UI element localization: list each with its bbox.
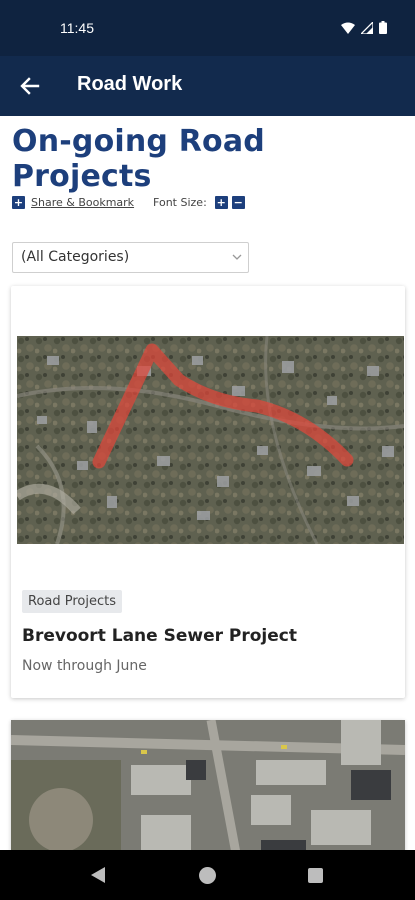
status-bar: 11:45 xyxy=(0,0,415,56)
project-card[interactable]: Road Projects Brevoort Lane Sewer Projec… xyxy=(11,286,405,698)
share-bookmark-link[interactable]: Share & Bookmark xyxy=(31,196,134,209)
page-content: On-going Road Projects + Share & Bookmar… xyxy=(0,116,415,850)
system-nav-bar xyxy=(0,850,415,900)
chevron-down-icon xyxy=(232,254,242,260)
page-tools: + Share & Bookmark Font Size: + − xyxy=(12,194,245,210)
project-aerial-image[interactable] xyxy=(17,336,404,544)
font-increase-button[interactable]: + xyxy=(214,195,228,209)
status-time: 11:45 xyxy=(60,20,94,36)
category-tag[interactable]: Road Projects xyxy=(22,590,123,613)
battery-icon xyxy=(379,21,387,34)
system-icons xyxy=(341,21,387,34)
page-title: On-going Road Projects xyxy=(12,124,265,194)
wifi-icon xyxy=(341,22,355,34)
cell-signal-icon xyxy=(361,21,373,34)
project-dates: Now through June xyxy=(22,658,147,674)
share-plus-icon[interactable]: + xyxy=(12,195,25,209)
back-arrow-icon[interactable] xyxy=(18,74,42,98)
nav-home-icon[interactable] xyxy=(199,867,216,884)
nav-back-icon[interactable] xyxy=(91,867,105,883)
aerial-map-image xyxy=(17,336,404,544)
app-bar-title: Road Work xyxy=(77,73,183,95)
category-select[interactable]: (All Categories) xyxy=(12,242,249,273)
aerial-map-image xyxy=(11,720,405,850)
font-size-controls: + − xyxy=(214,195,245,209)
project-card[interactable] xyxy=(11,720,405,850)
nav-recents-icon[interactable] xyxy=(308,868,323,883)
font-size-label: Font Size: xyxy=(153,195,207,209)
font-decrease-button[interactable]: − xyxy=(231,195,245,209)
app-bar: Road Work xyxy=(0,56,415,116)
project-title[interactable]: Brevoort Lane Sewer Project xyxy=(22,626,297,646)
category-select-value: (All Categories) xyxy=(21,249,130,265)
